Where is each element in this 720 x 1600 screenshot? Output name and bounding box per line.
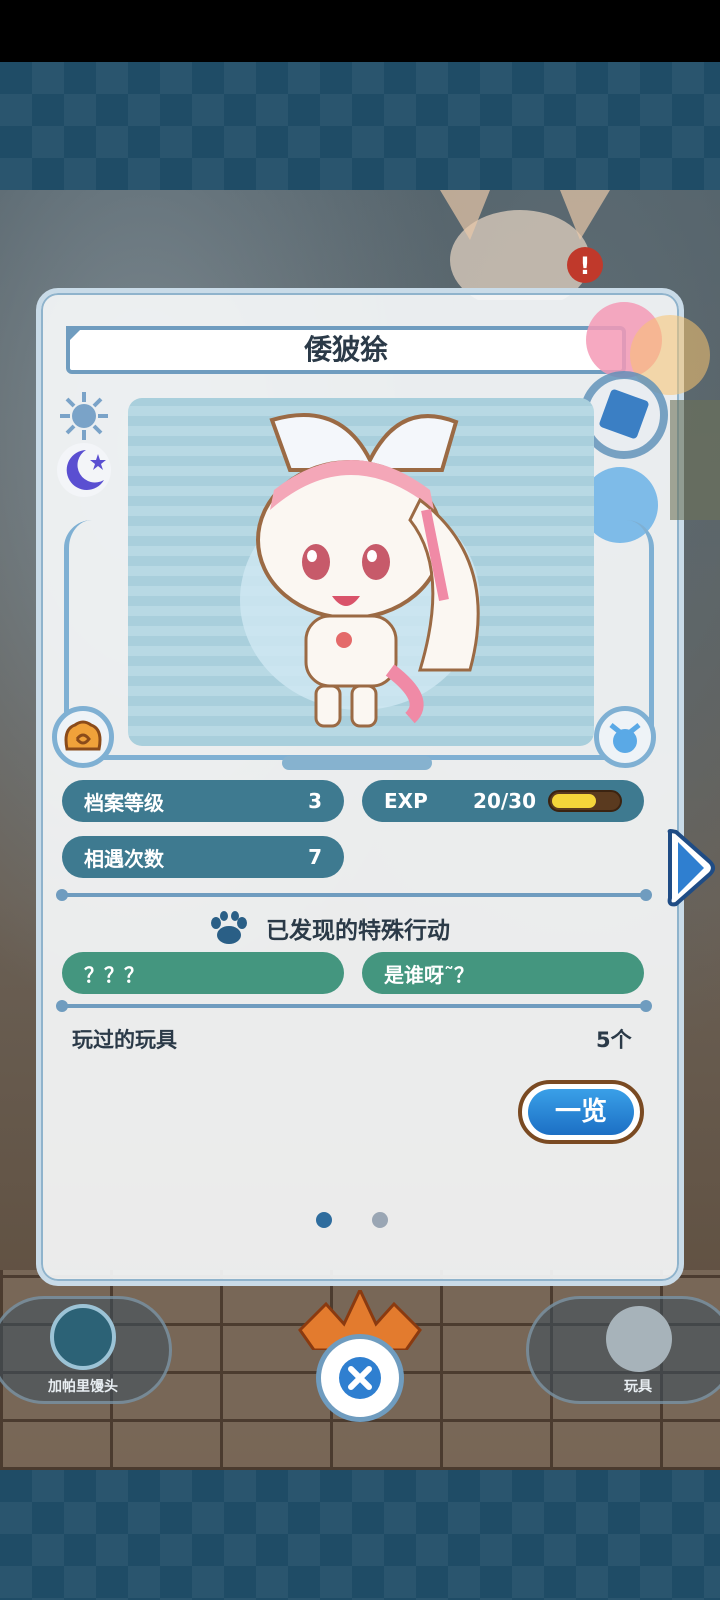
exp-progress-bar [548,790,622,812]
page-dot-active[interactable] [316,1212,332,1228]
divider [56,1000,652,1012]
chevron-right-icon[interactable] [666,828,716,908]
page-dot[interactable] [372,1212,388,1228]
background-character: ! [440,190,610,300]
toys-played-label: 玩过的玩具 [72,1028,177,1052]
exp-label: EXP [384,789,428,813]
portrait-frame-tab [282,756,432,770]
exp-pill: EXP 20/30 [362,780,644,822]
svg-text:!: ! [580,252,591,280]
title-bar: 倭狓狳 [66,326,626,374]
toy-list-button-label: 一览 [528,1089,634,1135]
file-level-pill: 档案等级 3 [62,780,344,822]
special-action-item[interactable]: ？？？ [62,952,344,994]
special-action-item[interactable]: 是谁呀˜？ [362,952,644,994]
divider [56,889,652,901]
file-level-label: 档案等级 [84,790,164,815]
special-actions-header: 已发现的特殊行动 [210,908,450,948]
portrait-frame [64,520,654,760]
bottom-nav-toys-label: 玩具 [624,1379,652,1395]
status-bar [0,0,720,62]
japari-bun-icon [50,1304,116,1370]
paw-icon [211,911,247,944]
close-button[interactable] [316,1334,404,1422]
special-actions-title: 已发现的特殊行动 [266,918,450,944]
close-icon [339,1357,381,1399]
header-pattern [0,62,720,190]
toy-list-button[interactable]: 一览 [518,1080,644,1144]
exp-value: 20/30 [473,789,536,813]
toy-icon [594,706,656,768]
sun-icon [60,392,108,440]
file-level-value: 3 [308,789,322,813]
food-icon [52,706,114,768]
ball-icon [606,1306,672,1372]
bottom-nav-food-label: 加帕里馒头 [48,1379,118,1395]
special-action-label: ？？？ [84,962,144,987]
character-name: 倭狓狳 [303,333,388,366]
exp-progress-fill [552,794,596,808]
moon-icon [57,443,111,497]
encounters-label: 相遇次数 [84,846,164,871]
special-action-label: 是谁呀˜？ [384,962,474,987]
toys-played-count: 5个 [596,1028,632,1052]
encounters-pill: 相遇次数 7 [62,836,344,878]
encounters-value: 7 [308,845,322,869]
footer-pattern [0,1470,720,1600]
